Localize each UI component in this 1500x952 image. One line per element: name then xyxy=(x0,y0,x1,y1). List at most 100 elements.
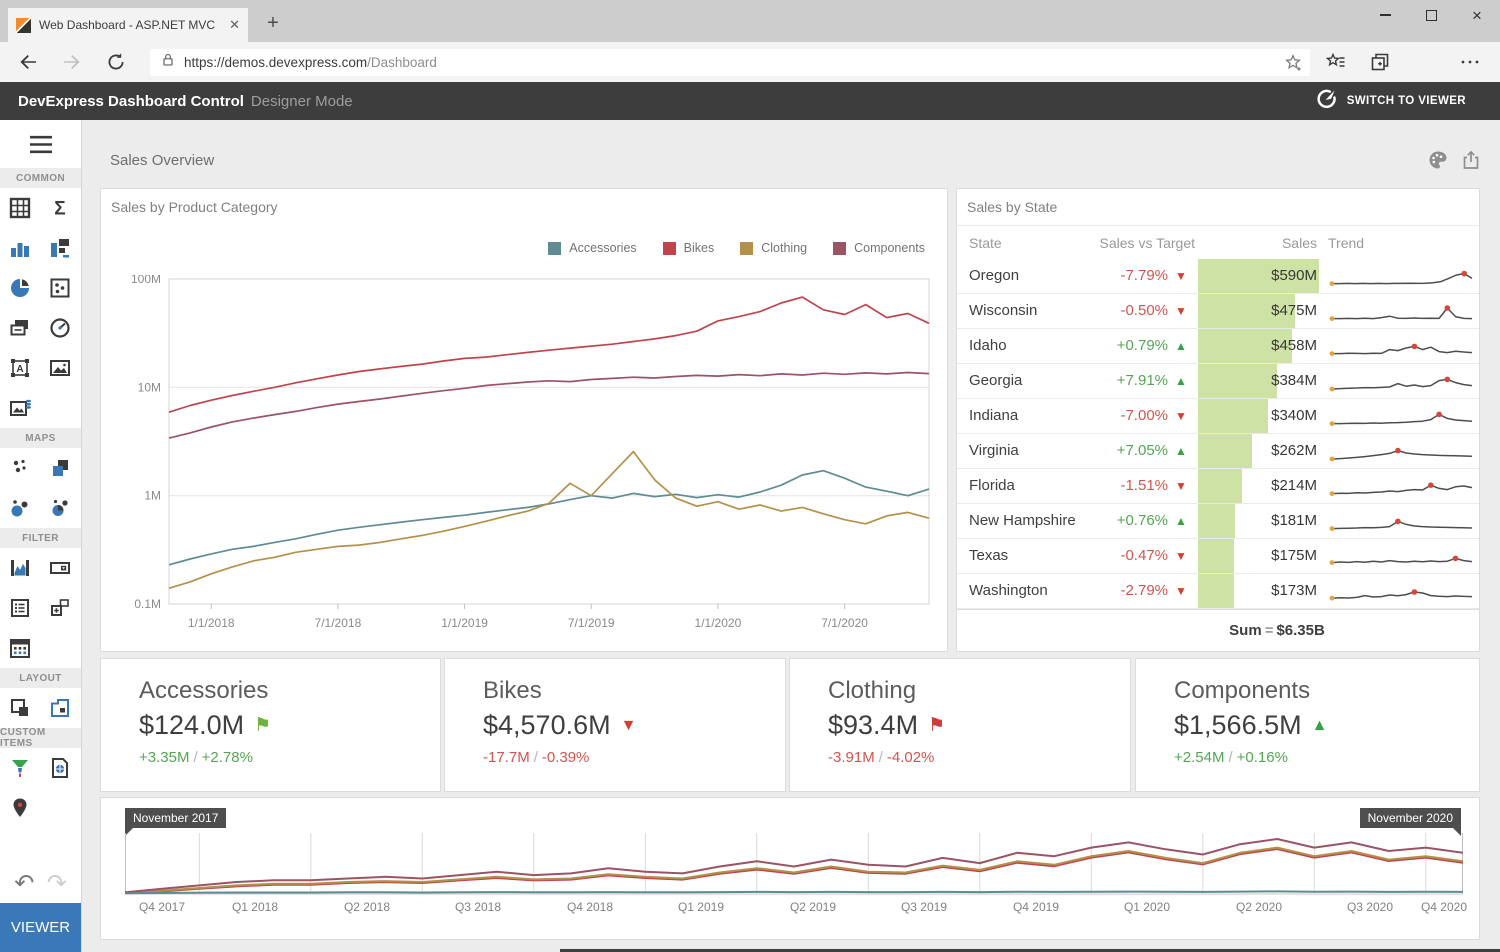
quarter-label-q4-2020: Q4 2020 xyxy=(1399,900,1489,914)
browser-toolbar: https://demos.devexpress.com/Dashboard xyxy=(0,42,1500,82)
sales-value: $590M xyxy=(1198,259,1317,293)
toolbox-item-date-filter[interactable] xyxy=(0,628,40,668)
toolbox-item-scatter-chart[interactable] xyxy=(40,268,80,308)
undo-icon[interactable]: ↶ xyxy=(14,872,34,896)
add-favorite-icon[interactable] xyxy=(1282,52,1304,74)
toolbox-item-bound-image[interactable] xyxy=(0,388,40,428)
toolbox-section-common: COMMON xyxy=(0,168,81,188)
card-title: Accessories xyxy=(139,677,440,705)
range-filter-panel[interactable]: November 2017 November 2020 Q4 2017Q1 20… xyxy=(100,797,1480,940)
table-row-indiana[interactable]: Indiana-7.00%▼$340M xyxy=(957,399,1479,434)
back-icon[interactable] xyxy=(16,50,40,74)
column-header-sales[interactable]: Sales xyxy=(1198,229,1317,257)
toolbox-section-maps: MAPS xyxy=(0,428,81,448)
toolbox-item-pie[interactable] xyxy=(0,268,40,308)
viewer-button[interactable]: VIEWER xyxy=(0,903,81,952)
refresh-icon[interactable] xyxy=(104,50,128,74)
trend-down-icon: ▼ xyxy=(1175,469,1187,503)
sales-value: $173M xyxy=(1198,574,1317,608)
palette-icon[interactable] xyxy=(1426,148,1450,172)
close-button[interactable]: × xyxy=(1454,0,1500,30)
quarter-label-q2-2019: Q2 2019 xyxy=(768,900,858,914)
toolbox-item-group[interactable] xyxy=(0,688,40,728)
table-row-virginia[interactable]: Virginia+7.05%▲$262M xyxy=(957,434,1479,469)
treemap-icon xyxy=(48,236,72,260)
kpi-card-bikes[interactable]: Bikes$4,570.6M▼-17.7M/-0.39% xyxy=(444,658,786,792)
sum-equals: = xyxy=(1262,622,1277,639)
toolbox-item-pivot[interactable]: Σ xyxy=(40,188,80,228)
svg-text:1/1/2018: 1/1/2018 xyxy=(188,616,235,630)
toolbox-item-image[interactable] xyxy=(40,348,80,388)
toolbox-item-text-box[interactable]: A xyxy=(0,348,40,388)
range-filter-chart[interactable] xyxy=(125,831,1463,902)
delta-percent: +0.16% xyxy=(1237,749,1288,766)
table-row-georgia[interactable]: Georgia+7.91%▲$384M xyxy=(957,364,1479,399)
kpi-card-accessories[interactable]: Accessories$124.0M⚑+3.35M/+2.78% xyxy=(100,658,441,792)
card-value-row: $93.4M⚑ xyxy=(828,710,1130,741)
browser-tab[interactable]: Web Dashboard - ASP.NET MVC ✕ xyxy=(8,8,248,42)
window-controls: × xyxy=(1362,0,1500,30)
undo-redo-row: ↶ ↷ xyxy=(0,872,81,896)
sales-by-state-panel[interactable]: Sales by State State Sales vs Target Sal… xyxy=(956,188,1480,652)
quarter-label-q3-2018: Q3 2018 xyxy=(433,900,523,914)
toolbox-item-gauges[interactable] xyxy=(40,308,80,348)
quarter-label-q1-2020: Q1 2020 xyxy=(1102,900,1192,914)
pie-map-icon xyxy=(48,496,72,520)
export-icon[interactable] xyxy=(1459,148,1483,172)
tab-close-icon[interactable]: ✕ xyxy=(229,17,240,33)
maximize-button[interactable] xyxy=(1408,0,1454,30)
toolbox-item-choropleth-map[interactable] xyxy=(40,448,80,488)
table-row-idaho[interactable]: Idaho+0.79%▲$458M xyxy=(957,329,1479,364)
toolbox-item-tab-container[interactable] xyxy=(40,688,80,728)
range-end-badge[interactable]: November 2020 xyxy=(1360,808,1461,828)
favorites-bar-icon[interactable] xyxy=(1324,50,1348,74)
table-row-florida[interactable]: Florida-1.51%▼$214M xyxy=(957,469,1479,504)
table-row-texas[interactable]: Texas-0.47%▼$175M xyxy=(957,539,1479,574)
delta-absolute: -17.7M xyxy=(483,749,530,766)
collections-icon[interactable] xyxy=(1368,50,1392,74)
toolbox-item-pie-map[interactable] xyxy=(40,488,80,528)
toolbox-item-webpage[interactable] xyxy=(40,748,80,788)
toolbox-item-bubble-map[interactable] xyxy=(0,488,40,528)
column-header-sales-vs-target[interactable]: Sales vs Target xyxy=(1017,229,1195,257)
table-row-new-hampshire[interactable]: New Hampshire+0.76%▲$181M xyxy=(957,504,1479,539)
cards-icon xyxy=(8,316,32,340)
toolbox-grid-common: ΣA xyxy=(0,188,81,428)
toolbox-item-chart[interactable] xyxy=(0,228,40,268)
toolbox-item-tree-view[interactable] xyxy=(40,588,80,628)
minimize-button[interactable] xyxy=(1362,0,1408,30)
toolbox-item-combo-box[interactable] xyxy=(40,548,80,588)
toolbox-item-treemap[interactable] xyxy=(40,228,80,268)
table-row-washington[interactable]: Washington-2.79%▼$173M xyxy=(957,574,1479,609)
column-header-trend[interactable]: Trend xyxy=(1328,229,1364,257)
legend-label: Components xyxy=(854,241,925,255)
toolbox-item-grid[interactable] xyxy=(0,188,40,228)
toolbox-item-map-pin[interactable] xyxy=(0,788,40,828)
legend-item-components: Components xyxy=(833,241,925,255)
table-row-oregon[interactable]: Oregon-7.79%▼$590M xyxy=(957,259,1479,294)
kpi-card-clothing[interactable]: Clothing$93.4M⚑-3.91M/-4.02% xyxy=(789,658,1131,792)
new-tab-button[interactable]: + xyxy=(258,8,288,38)
map-pin-icon xyxy=(8,796,32,820)
switch-to-viewer-button[interactable]: SWITCH TO VIEWER xyxy=(1315,87,1466,115)
settings-menu-icon[interactable] xyxy=(1458,50,1482,74)
address-bar[interactable]: https://demos.devexpress.com/Dashboard xyxy=(150,49,1310,76)
toolbox-item-list-box[interactable] xyxy=(0,588,40,628)
table-row-wisconsin[interactable]: Wisconsin-0.50%▼$475M xyxy=(957,294,1479,329)
menu-button[interactable] xyxy=(0,120,81,168)
sum-value: $6.35B xyxy=(1276,622,1324,639)
quarter-label-q3-2019: Q3 2019 xyxy=(879,900,969,914)
toolbox-item-range-filter[interactable] xyxy=(0,548,40,588)
kpi-card-components[interactable]: Components$1,566.5M▲+2.54M/+0.16% xyxy=(1135,658,1480,792)
toolbox-item-funnel-chart[interactable] xyxy=(0,748,40,788)
choropleth-map-icon xyxy=(48,456,72,480)
column-header-state[interactable]: State xyxy=(969,229,1002,257)
gauges-icon xyxy=(48,316,72,340)
toolbox-item-cards[interactable] xyxy=(0,308,40,348)
toolbox-item-geo-point-map[interactable] xyxy=(0,448,40,488)
text-box-icon: A xyxy=(8,356,32,380)
toolbox-grid-custom-items xyxy=(0,748,81,828)
card-value: $1,566.5M xyxy=(1174,710,1302,741)
range-start-badge[interactable]: November 2017 xyxy=(125,808,226,828)
sales-by-category-panel[interactable]: Sales by Product Category AccessoriesBik… xyxy=(100,188,948,652)
